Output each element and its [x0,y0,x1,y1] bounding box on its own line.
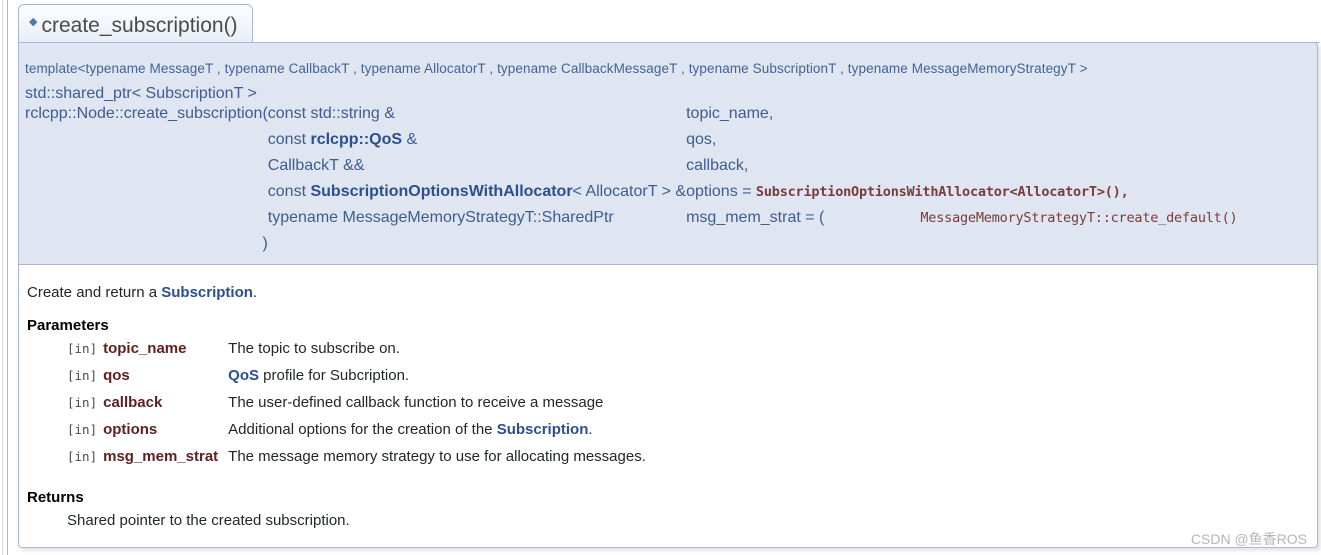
param-description: The user-defined callback function to re… [228,394,646,421]
signature-row: typename MessageMemoryStrategyT::SharedP… [25,209,1321,235]
table-row: [in] callback The user-defined callback … [67,394,646,421]
param-type-4: MessageMemoryStrategyT::SharedPtr [342,209,614,226]
signature-row: rclcpp::Node::create_subscription ( cons… [25,105,1321,131]
param-description: Additional options for the creation of t… [228,421,646,448]
param-desc-post: . [588,421,593,438]
description-text-post: . [252,284,258,301]
page-title: create_subscription() [41,13,238,37]
member-prototype-block: template<typename MessageT , typename Ca… [18,42,1321,265]
watermark: CSDN @鱼香ROS [1190,531,1307,547]
param-desc-pre: The user-defined callback function to re… [228,394,604,411]
param-type-suffix-1: & [402,131,418,148]
param-direction: [in] [67,395,98,410]
parameters-table: [in] topic_name The topic to subscribe o… [67,340,646,475]
param-desc-pre: The message memory strategy to use for a… [228,448,646,465]
param-type-0: std::string [310,105,380,122]
param-default-4: MessageMemoryStrategyT::create_default() [920,210,1238,226]
param-direction: [in] [67,422,98,437]
param-desc-pre: The topic to subscribe on. [228,340,400,357]
subscription-link[interactable]: Subscription [161,284,253,301]
subscription-link[interactable]: Subscription [497,421,589,438]
description-text-pre: Create and return a [27,284,162,301]
table-row: [in] qos QoS profile for Subcription. [67,367,646,394]
template-parameters-line: template<typename MessageT , typename Ca… [25,61,1088,76]
signature-row: CallbackT && callback, [25,157,1321,183]
param-desc-post: profile for Subcription. [259,367,410,384]
close-paren: ) [262,235,268,252]
signature-row: ) [25,235,1321,261]
signature-row: const rclcpp::QoS & qos, [25,131,1321,157]
param-name-4: msg_mem_strat = ( [686,209,825,226]
param-description: The topic to subscribe on. [228,340,646,367]
param-name: callback [103,394,163,411]
param-type-suffix-3: < AllocatorT > & [572,183,687,200]
param-name: options [103,421,158,438]
param-type-3[interactable]: SubscriptionOptionsWithAllocator [310,183,572,200]
param-name-1: qos, [686,131,717,148]
param-type-1[interactable]: rclcpp::QoS [310,131,402,148]
param-type-suffix-2: && [338,157,365,174]
function-name: rclcpp::Node::create_subscription [25,105,263,122]
param-type-2: CallbackT [267,157,339,174]
param-name: msg_mem_strat [103,448,219,465]
param-name-2: callback, [686,157,749,174]
param-name-3: options = [686,183,756,200]
param-type-suffix-0: & [379,105,395,122]
signature-table: rclcpp::Node::create_subscription ( cons… [25,105,1321,261]
returns-description: Shared pointer to the created subscripti… [67,512,350,529]
table-row: [in] topic_name The topic to subscribe o… [67,340,646,367]
param-desc-pre: Additional options for the creation of t… [228,421,497,438]
returns-section-title: Returns [27,489,84,506]
signature-row: const SubscriptionOptionsWithAllocator< … [25,183,1321,209]
param-direction: [in] [67,368,98,383]
parameters-section-title: Parameters [27,317,109,334]
prototype-top-rule [240,42,1320,43]
param-name: qos [103,367,130,384]
page-gutter-inner [7,0,8,555]
param-type-prefix-0: const [267,105,311,122]
param-type-prefix-1: const [267,131,311,148]
param-default-3: SubscriptionOptionsWithAllocator<Allocat… [755,184,1129,200]
member-documentation-block: Create and return a Subscription. Parame… [18,265,1318,548]
return-type-line: std::shared_ptr< SubscriptionT > [25,85,257,102]
param-description: QoS profile for Subcription. [228,367,646,394]
member-title-tab[interactable]: ◆ create_subscription() [18,4,253,42]
table-row: [in] options Additional options for the … [67,421,646,448]
param-type-prefix-4: typename [267,209,343,226]
qos-link[interactable]: QoS [228,367,259,384]
param-type-prefix-3: const [267,183,311,200]
param-name: topic_name [103,340,187,357]
param-name-0: topic_name, [686,105,774,122]
page-gutter-outer [2,0,3,555]
param-direction: [in] [67,449,98,464]
param-description: The message memory strategy to use for a… [228,448,646,475]
param-direction: [in] [67,341,98,356]
description-paragraph: Create and return a Subscription. [27,283,1309,303]
table-row: [in] msg_mem_strat The message memory st… [67,448,646,475]
diamond-icon: ◆ [29,16,38,28]
